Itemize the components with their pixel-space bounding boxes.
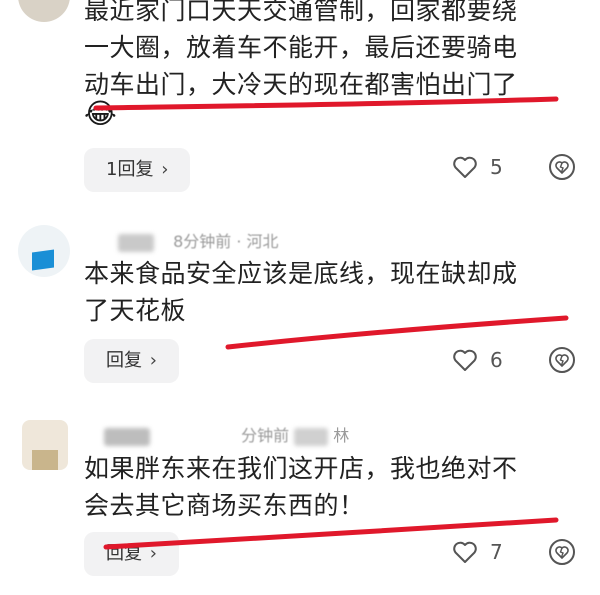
avatar[interactable] — [22, 420, 68, 470]
comment-line: 本来食品安全应该是底线，现在缺却成 — [84, 259, 518, 288]
author-name-tail: 林 — [333, 426, 350, 445]
comment-line: 最近家门口天天交通管制，回家都要绕 — [84, 0, 518, 25]
author-meta: 分钟前 林 — [104, 422, 349, 446]
laughing-emoji-icon: 😂 — [84, 97, 117, 130]
like-button[interactable]: 7 — [452, 540, 503, 564]
chevron-right-icon: › — [161, 159, 169, 180]
like-count: 6 — [490, 348, 503, 372]
comment-line: 了天花板 — [84, 296, 187, 325]
comment-line: 如果胖东来在我们这开店，我也绝对不 — [84, 454, 518, 483]
author-name-redacted — [118, 233, 154, 252]
avatar-shape — [32, 249, 54, 271]
chevron-right-icon: › — [149, 350, 157, 371]
author-meta: 8分钟前 · 河北 — [118, 228, 279, 252]
heart-outline-icon — [453, 156, 477, 178]
post-time: 分钟前 — [241, 426, 290, 445]
like-button[interactable]: 5 — [452, 155, 503, 179]
comment-line: 一大圈，放着车不能开，最后还要骑电 — [84, 33, 518, 62]
chevron-right-icon: › — [149, 543, 157, 564]
broken-heart-icon[interactable] — [548, 538, 576, 566]
reply-button[interactable]: 1回复 › — [84, 148, 191, 192]
avatar-shape — [32, 450, 58, 470]
broken-heart-icon[interactable] — [548, 346, 576, 374]
author-name-redacted — [104, 427, 150, 446]
reply-label: 回复 — [106, 350, 142, 371]
reply-label: 1回复 — [106, 159, 154, 180]
reply-button[interactable]: 回复 › — [84, 532, 179, 576]
like-count: 5 — [490, 155, 503, 179]
heart-outline-icon — [453, 541, 477, 563]
post-time-location: 8分钟前 · 河北 — [173, 232, 279, 251]
author-name-redacted — [294, 427, 329, 446]
like-button[interactable]: 6 — [452, 348, 503, 372]
comment-line: 会去其它商场买东西的！ — [84, 491, 365, 520]
heart-outline-icon — [453, 349, 477, 371]
like-count: 7 — [490, 540, 503, 564]
broken-heart-icon[interactable] — [548, 153, 576, 181]
reply-button[interactable]: 回复 › — [84, 339, 179, 383]
reply-label: 回复 — [106, 543, 142, 564]
comment-text: 最近家门口天天交通管制，回家都要绕 一大圈，放着车不能开，最后还要骑电 动车出门… — [84, 0, 584, 103]
comment-text: 本来食品安全应该是底线，现在缺却成 了天花板 — [84, 255, 584, 329]
avatar[interactable] — [18, 225, 70, 277]
avatar[interactable] — [18, 0, 70, 22]
comment-line: 动车出门，大冷天的现在都害怕出门了 — [84, 70, 518, 99]
comment-text: 如果胖东来在我们这开店，我也绝对不 会去其它商场买东西的！ — [84, 450, 584, 524]
